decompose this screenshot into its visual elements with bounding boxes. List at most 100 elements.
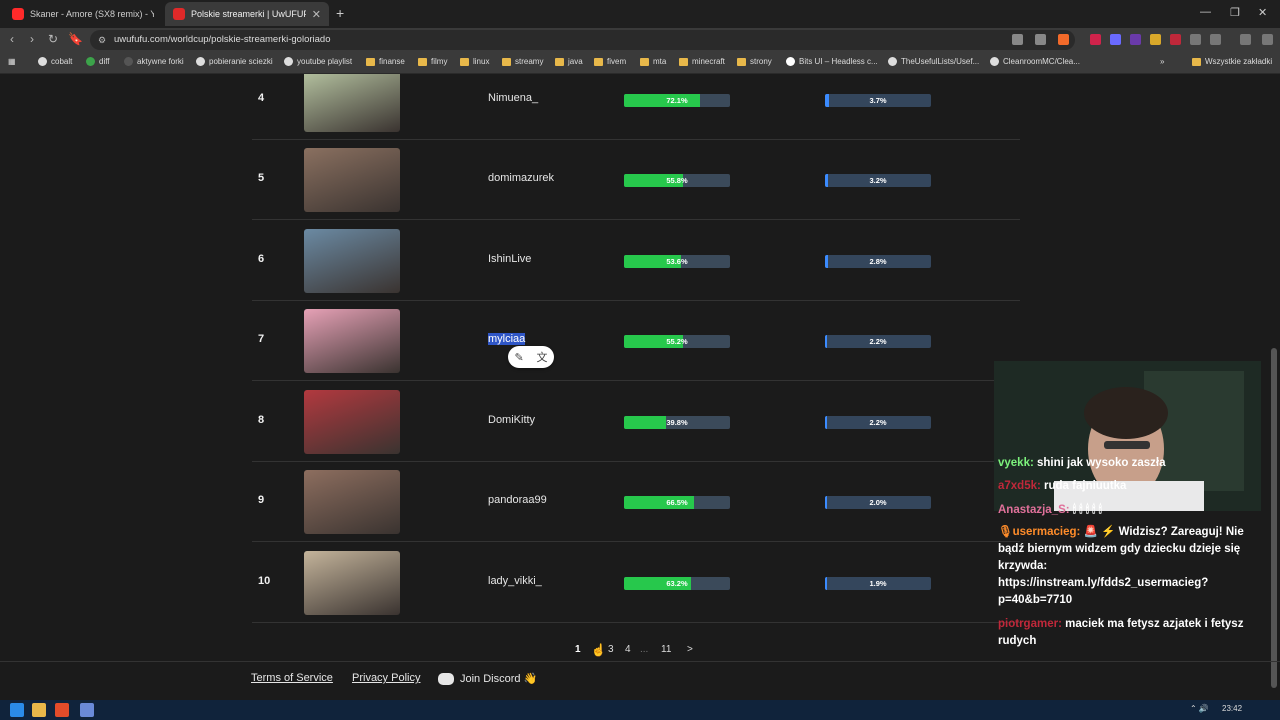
- contestant-thumbnail[interactable]: [304, 309, 400, 373]
- win-rate-label: 39.8%: [666, 418, 688, 427]
- bookmark-aktywne-forki[interactable]: aktywne forki: [124, 57, 184, 66]
- tab-title: Skaner - Amore (SX8 remix) - YouTube: [30, 9, 154, 19]
- bookmark-folder-filmy[interactable]: filmy: [418, 57, 447, 66]
- translate-icon[interactable]: [1012, 34, 1023, 45]
- bookmark-icon[interactable]: 🔖: [68, 32, 83, 46]
- folder-icon: [502, 57, 511, 66]
- championship-rate-bar: 3.7%: [825, 94, 931, 107]
- chat-text: shini jak wysoko zaszła: [1037, 457, 1166, 469]
- chat-message: vyekk: shini jak wysoko zaszła: [998, 455, 1260, 472]
- share-icon[interactable]: [1035, 34, 1046, 45]
- extension-icon[interactable]: [1110, 34, 1121, 45]
- discord-link[interactable]: Join Discord 👋: [438, 672, 537, 685]
- bookmark-folder-java[interactable]: java: [555, 57, 583, 66]
- restore-icon[interactable]: ❐: [1230, 6, 1240, 19]
- bookmark-folder-finanse[interactable]: finanse: [366, 57, 405, 66]
- folder-icon: [555, 57, 564, 66]
- bookmark-cobalt[interactable]: cobalt: [38, 57, 72, 66]
- tab-uwufufu[interactable]: Polskie streamerki | UwUFUFU ✕: [165, 2, 329, 26]
- magic-wand-icon[interactable]: ✎: [514, 351, 523, 364]
- ranking-row: 9 pandoraa99 66.5% 2.0%: [252, 462, 1020, 542]
- reload-icon[interactable]: ↻: [48, 32, 58, 46]
- sidebar-icon[interactable]: [1210, 34, 1221, 45]
- bookmark-folder-strony[interactable]: strony: [737, 57, 772, 66]
- contestant-thumbnail[interactable]: [304, 390, 400, 454]
- page-link[interactable]: 11: [661, 644, 671, 655]
- contestant-thumbnail[interactable]: [304, 74, 400, 132]
- translate-icon[interactable]: 文: [537, 349, 548, 365]
- next-page-button[interactable]: >: [687, 644, 693, 655]
- close-window-icon[interactable]: ✕: [1258, 6, 1267, 19]
- contestant-thumbnail[interactable]: [304, 229, 400, 293]
- back-icon[interactable]: ‹: [10, 32, 14, 46]
- bookmark-usefullists[interactable]: TheUsefulLists/Usef...: [888, 57, 979, 66]
- brave-icon[interactable]: [55, 703, 69, 717]
- page-content: 4 Nimuena_ 72.1% 3.7% 5 domimazurek 55.8% 3.2% 6…: [0, 74, 1280, 700]
- extension-icon[interactable]: [1090, 34, 1101, 45]
- chat-text: 🕯 🕯 🕯 🕯 🕯: [1072, 504, 1102, 516]
- extension-icon[interactable]: [1130, 34, 1141, 45]
- brave-shield-icon[interactable]: [1058, 34, 1069, 45]
- bookmark-youtube-playlist[interactable]: youtube playlist: [284, 57, 352, 66]
- win-rate-bar: 63.2%: [624, 577, 730, 590]
- bookmark-folder-minecraft[interactable]: minecraft: [679, 57, 725, 66]
- discord-label: Join Discord 👋: [460, 673, 538, 685]
- apps-icon[interactable]: ▦: [8, 57, 16, 66]
- page-link: ...: [640, 644, 649, 655]
- bookmark-folder-fivem[interactable]: fivem: [594, 57, 626, 66]
- bookmark-folder-linux[interactable]: linux: [460, 57, 489, 66]
- app-icon[interactable]: [80, 703, 94, 717]
- chat-message: 🎙usermacieg: 🚨 ⚡ Widzisz? Zareaguj! Nie …: [998, 524, 1260, 609]
- championship-rate-label: 2.8%: [869, 257, 887, 266]
- forward-icon[interactable]: ›: [30, 32, 34, 46]
- page-scrollbar[interactable]: [1271, 348, 1277, 688]
- contestant-thumbnail[interactable]: [304, 148, 400, 212]
- win-rate-label: 55.2%: [666, 337, 688, 346]
- folder-icon: [366, 57, 375, 66]
- bookmark-folder-streamy[interactable]: streamy: [502, 57, 543, 66]
- page-link[interactable]: 3: [608, 644, 614, 655]
- rank-number: 4: [258, 92, 265, 104]
- chat-username: piotrgamer:: [998, 618, 1066, 630]
- menu-icon[interactable]: [1262, 34, 1273, 45]
- tray-icons[interactable]: ⌃ 🔊: [1190, 704, 1209, 713]
- uwufufu-icon: [173, 8, 185, 20]
- extensions-menu-icon[interactable]: [1190, 34, 1201, 45]
- site-info-icon[interactable]: ⚙: [98, 30, 106, 50]
- win-rate-label: 66.5%: [666, 498, 688, 507]
- clock[interactable]: 23:42: [1222, 704, 1242, 713]
- page-link[interactable]: 1: [575, 644, 581, 655]
- folder-icon: [679, 57, 688, 66]
- file-explorer-icon[interactable]: [32, 703, 46, 717]
- rank-number: 10: [258, 575, 271, 587]
- all-bookmarks-folder[interactable]: Wszystkie zakładki: [1192, 57, 1272, 66]
- ranking-row: 6 IshinLive 53.6% 2.8%: [252, 221, 1020, 301]
- bookmark-folder-mta[interactable]: mta: [640, 57, 666, 66]
- rank-number: 9: [258, 494, 265, 506]
- championship-rate-label: 2.0%: [869, 498, 887, 507]
- page-link[interactable]: 4: [625, 644, 631, 655]
- contestant-thumbnail[interactable]: [304, 470, 400, 534]
- contestant-thumbnail[interactable]: [304, 551, 400, 615]
- site-icon: [196, 57, 205, 66]
- tab-youtube[interactable]: Skaner - Amore (SX8 remix) - YouTube: [4, 2, 162, 26]
- url-input[interactable]: ⚙ uwufufu.com/worldcup/polskie-streamerk…: [90, 30, 1075, 50]
- terms-link[interactable]: Terms of Service: [251, 672, 333, 684]
- bookmark-cleanroommc[interactable]: CleanroomMC/Clea...: [990, 57, 1080, 66]
- extension-icon[interactable]: [1170, 34, 1181, 45]
- folder-icon: [640, 57, 649, 66]
- close-tab-icon[interactable]: ✕: [312, 8, 321, 21]
- new-tab-icon[interactable]: +: [336, 5, 344, 21]
- minimize-icon[interactable]: —: [1200, 6, 1211, 18]
- bookmark-pobieranie[interactable]: pobieranie sciezki: [196, 57, 273, 66]
- extension-icon[interactable]: [1150, 34, 1161, 45]
- more-bookmarks-icon[interactable]: »: [1160, 57, 1164, 66]
- privacy-link[interactable]: Privacy Policy: [352, 672, 420, 684]
- bookmark-diff[interactable]: diff: [86, 57, 110, 66]
- bookmark-bits-ui[interactable]: Bits UI – Headless c...: [786, 57, 878, 66]
- chat-username: a7xd5k:: [998, 480, 1045, 492]
- contestant-name: pandoraa99: [488, 494, 547, 506]
- rank-number: 7: [258, 333, 265, 345]
- windows-start-icon[interactable]: [10, 703, 24, 717]
- media-icon[interactable]: [1240, 34, 1251, 45]
